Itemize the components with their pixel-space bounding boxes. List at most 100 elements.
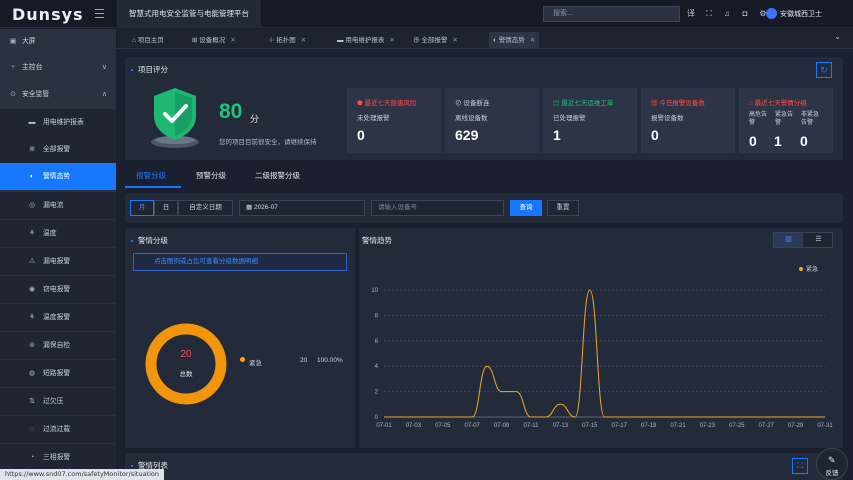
score-note: 您的项目目前很安全，请继续保持 — [219, 139, 317, 146]
search-input[interactable]: 搜索... — [543, 6, 680, 22]
menu-toggle-icon[interactable] — [95, 9, 104, 18]
calendar-icon: ▦ — [246, 204, 254, 211]
tab-topology[interactable]: ⊹ 拓扑图 ✕ — [269, 32, 306, 49]
day-button[interactable]: 日 — [154, 200, 178, 216]
trend-legend-swatch — [799, 267, 803, 271]
x-tick-label: 07-19 — [641, 423, 657, 429]
sidebar-item-all-alarms[interactable]: ⊕ 全部报警 — [0, 136, 116, 163]
x-tick-label: 07-23 — [700, 423, 716, 429]
workorder-card[interactable]: ▤ 最近七天运维工单 已处理报警 1 — [543, 88, 637, 153]
sidebar-item-maintenance-report[interactable]: ▬ 用电维护报表 — [0, 109, 116, 136]
fullscreen-icon[interactable]: ⛶ — [704, 8, 714, 19]
x-tick-label: 07-13 — [553, 423, 569, 429]
translate-icon[interactable]: 译 — [686, 8, 696, 19]
legend-count: 20 — [300, 357, 308, 364]
tab-maintenance-report[interactable]: ▬ 用电维护报表 ✕ — [337, 32, 395, 49]
sidebar-item-dashboard[interactable]: ▣ 大屏 — [0, 29, 116, 55]
legend-percent[interactable]: 100.00% — [317, 357, 343, 364]
tab-devices[interactable]: ⊞ 设备概况 ✕ — [192, 32, 236, 49]
console-icon: ♆ — [10, 64, 16, 71]
list-icon[interactable]: ☰ — [804, 233, 833, 247]
refresh-icon[interactable]: ↻ — [816, 62, 832, 78]
bell-icon[interactable]: ♫ — [722, 8, 732, 19]
trend-icon: ◐ — [29, 173, 35, 180]
offline-card[interactable]: ⊘ 设备断连 离线设备数 629 — [445, 88, 539, 153]
tab-warning-level[interactable]: 预警分级 — [196, 170, 226, 181]
tab-all-alarms[interactable]: ⊕ 全部报警 ✕ — [413, 32, 458, 49]
level-card[interactable]: ⌂ 最近七天警情分级 高危告警 紧急告警 非紧急告警 0 1 0 — [739, 88, 833, 153]
sidebar-item-leak-alarm[interactable]: ⚠ 漏电报警 — [0, 248, 116, 275]
high-risk-count: 0 — [749, 133, 757, 149]
x-tick-label: 07-15 — [582, 423, 598, 429]
sidebar-item-overload[interactable]: ◌ 过流过载 — [0, 416, 116, 443]
x-tick-label: 07-21 — [670, 423, 686, 429]
series-line-urgent[interactable] — [383, 289, 825, 418]
urgent-count: 1 — [774, 133, 782, 149]
offline-count: 629 — [455, 127, 479, 143]
close-icon[interactable]: ✕ — [301, 37, 306, 44]
avatar — [766, 8, 777, 19]
user-menu[interactable]: 安徽城西卫士 — [766, 8, 822, 19]
sidebar-item-short-circuit[interactable]: ◍ 短路报警 — [0, 360, 116, 387]
sidebar-item-theft-alarm[interactable]: ◉ 窃电报警 — [0, 276, 116, 303]
alarm-icon: ⊕ — [29, 146, 35, 153]
y-tick-label: 6 — [375, 339, 379, 345]
sidebar-item-selfcheck[interactable]: ⊚ 漏保自检 — [0, 332, 116, 359]
chevron-down-icon[interactable]: ⌄ — [834, 32, 841, 41]
risk-card[interactable]: ⬟ 最近七天隐患风险 未处理报警 0 — [347, 88, 441, 153]
score-title: 项目评分 — [131, 64, 168, 75]
sidebar-item-temp-alarm[interactable]: ⚘ 温度报警 — [0, 304, 116, 331]
tab-secondary-level[interactable]: 二级报警分级 — [255, 170, 300, 181]
status-url: https://www.snd07.com/safetyMonitor/situ… — [0, 469, 165, 480]
shield-icon: ⊙ — [10, 91, 16, 98]
sidebar-item-voltage[interactable]: ⇅ 过欠压 — [0, 388, 116, 415]
custom-date-button[interactable]: 自定义日期 — [178, 200, 233, 216]
score-value: 80 — [219, 100, 243, 123]
month-button[interactable]: 月 — [130, 200, 154, 216]
x-tick-label: 07-01 — [376, 423, 392, 429]
sidebar-item-console[interactable]: ♆ 主控台 ∨ — [0, 55, 116, 81]
y-tick-label: 8 — [375, 313, 379, 319]
report-icon: ▬ — [28, 119, 36, 126]
x-tick-label: 07-17 — [612, 423, 628, 429]
trend-legend-label[interactable]: 紧急 — [806, 264, 818, 273]
phase-icon: ◔ — [29, 454, 35, 461]
tab-alarm-level[interactable]: 报警分级 — [136, 170, 166, 181]
sidebar-item-three-phase[interactable]: ◔ 三相报警 — [0, 444, 116, 471]
sidebar-item-leakage[interactable]: ◎ 漏电流 — [0, 192, 116, 219]
donut-chart[interactable] — [143, 321, 229, 407]
expand-icon[interactable]: ⛶ — [792, 458, 808, 474]
lock-icon[interactable]: ◘ — [740, 8, 750, 19]
device-input[interactable]: 请输入设备号 — [371, 200, 504, 216]
alarm-device-card[interactable]: ▦ 今日报警设备数 报警设备数 0 — [641, 88, 735, 153]
legend-name[interactable]: 紧急 — [249, 357, 262, 367]
user-name: 安徽城西卫士 — [780, 10, 822, 18]
sidebar-item-situation[interactable]: ◐ 警情态势 — [0, 163, 116, 190]
temp-alarm-icon: ⚘ — [28, 314, 36, 321]
trend-chart[interactable]: 0 2 4 6 8 10 07-01 07-03 07-05 07-07 07-09 07-11 07-… — [359, 280, 843, 440]
chevron-up-icon: ∧ — [101, 91, 107, 98]
x-tick-label: 07-09 — [494, 423, 510, 429]
close-icon[interactable]: ✕ — [530, 37, 535, 44]
donut-slice-urgent[interactable] — [145, 323, 227, 405]
query-button[interactable]: 查询 — [510, 200, 542, 216]
y-tick-label: 0 — [375, 415, 379, 421]
selfcheck-icon: ⊚ — [29, 342, 35, 349]
tab-situation[interactable]: ◐ 警情态势 ✕ — [489, 32, 540, 49]
sidebar-item-temperature[interactable]: ⚘ 温度 — [0, 220, 116, 247]
tab-home[interactable]: ⌂ 项目主页 — [132, 32, 164, 49]
x-tick-label: 07-31 — [817, 423, 833, 429]
feedback-button[interactable]: ✎ 反馈 — [816, 448, 848, 480]
close-icon[interactable]: ✕ — [452, 37, 457, 44]
reset-button[interactable]: 重置 — [547, 200, 579, 216]
notice-banner: 点击图例或占比可查看分级数据明细 — [133, 253, 347, 271]
sidebar-item-safety[interactable]: ⊙ 安全监管 ∧ — [0, 82, 116, 108]
close-icon[interactable]: ✕ — [389, 37, 394, 44]
close-icon[interactable]: ✕ — [230, 37, 235, 44]
bar-chart-icon[interactable]: ▥ — [774, 233, 803, 247]
x-tick-label: 07-29 — [788, 423, 804, 429]
alarm-device-count: 0 — [651, 127, 659, 143]
logo: Dunsys — [12, 5, 84, 24]
date-picker[interactable]: ▦ 2026-07 — [239, 200, 365, 216]
leak-icon: ◎ — [28, 202, 36, 209]
